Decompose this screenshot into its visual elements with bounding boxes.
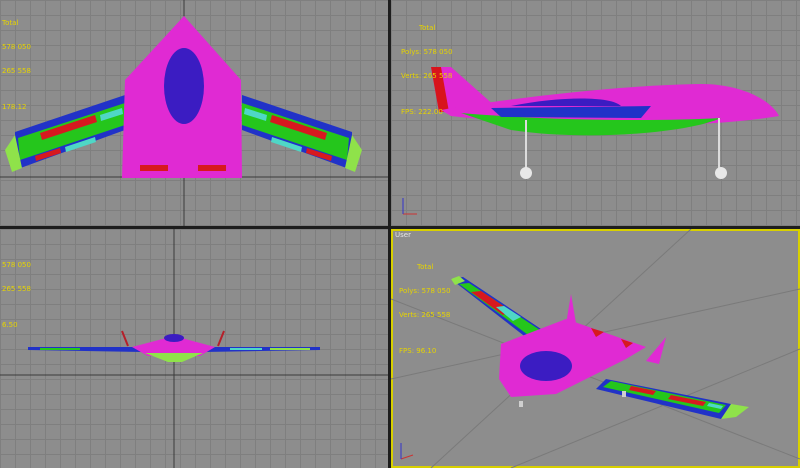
aircraft-top-view[interactable] [0, 0, 388, 226]
viewport-user[interactable]: User Total Polys: 578 050 Verts: 265 558… [391, 229, 800, 468]
viewport-front[interactable]: Total Polys: 578 050 Verts: 265 558 FPS:… [391, 0, 800, 226]
stats-fps: 6.50 [2, 321, 18, 329]
stats-verts: Verts: 265 558 [401, 72, 453, 80]
stats-verts: Verts: 265 558 [399, 311, 451, 319]
stats-polys: Polys: 578 050 [399, 287, 451, 295]
viewport-label[interactable]: User [395, 231, 411, 239]
aircraft-front-view[interactable] [0, 229, 388, 468]
stats-overlay: 578 050 265 558 6.50 [2, 245, 31, 345]
stats-title: Total [419, 24, 436, 32]
viewport-top[interactable]: Total 578 050 265 558 178.12 [0, 0, 388, 226]
stats-polys: 578 050 [2, 261, 31, 269]
stats-polys: 578 050 [2, 43, 31, 51]
stats-polys: Polys: 578 050 [401, 48, 453, 56]
axis-gizmo-icon [400, 443, 414, 460]
landing-gear-wheel [715, 167, 727, 179]
canopy [164, 48, 204, 124]
landing-gear-wheel [520, 167, 532, 179]
stats-verts: 265 558 [2, 67, 31, 75]
stats-fps: 178.12 [2, 103, 27, 111]
stats-overlay: Total 578 050 265 558 178.12 [2, 3, 31, 127]
axis-gizmo-icon [402, 198, 417, 215]
stats-verts: 265 558 [2, 285, 31, 293]
aircraft-perspective-view[interactable] [391, 229, 800, 468]
stats-fps: FPS: 96.10 [399, 347, 437, 355]
stats-overlay: Total Polys: 578 050 Verts: 265 558 FPS:… [401, 8, 453, 132]
stats-title: Total [2, 19, 19, 27]
stats-fps: FPS: 222.00 [401, 108, 443, 116]
stats-title: Total [417, 263, 434, 271]
viewport-left[interactable]: 578 050 265 558 6.50 [0, 229, 388, 468]
canopy [520, 351, 572, 381]
stats-overlay: Total Polys: 578 050 Verts: 265 558 FPS:… [399, 247, 451, 371]
